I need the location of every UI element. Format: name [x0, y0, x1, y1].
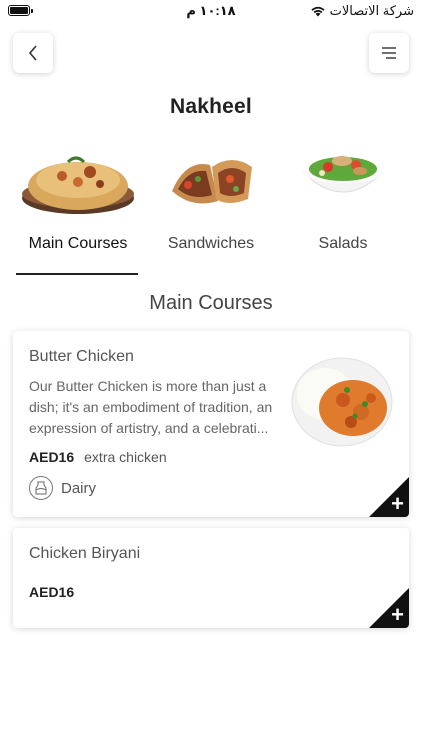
plus-icon: + — [391, 602, 404, 627]
salads-image — [277, 136, 409, 220]
menu-item-card[interactable]: Butter Chicken Our Butter Chicken is mor… — [13, 331, 409, 517]
price-row: AED16 — [29, 584, 74, 600]
carrier-name: شركة الاتصالات — [329, 3, 414, 18]
category-tabs: Main Courses Sandwiches Salads — [0, 132, 422, 277]
item-description: Our Butter Chicken is more than just a d… — [29, 378, 273, 436]
add-to-cart-button[interactable]: + — [369, 588, 409, 628]
menu-button[interactable] — [369, 33, 409, 73]
plus-icon: + — [391, 491, 404, 516]
status-bar: ١٠:١٨ م شركة الاتصالات — [0, 0, 422, 24]
item-price: AED16 — [29, 449, 75, 465]
item-addon: extra chicken — [84, 449, 167, 465]
add-to-cart-button[interactable]: + — [369, 477, 409, 517]
item-name: Butter Chicken — [29, 348, 134, 365]
carrier-info: شركة الاتصالات — [310, 3, 414, 19]
category-label: Main Courses — [28, 235, 128, 252]
category-tab-sandwiches[interactable]: Sandwiches — [145, 132, 277, 277]
sandwiches-image — [145, 136, 277, 220]
main-courses-image — [12, 136, 144, 220]
item-price: AED16 — [29, 584, 75, 600]
dairy-icon — [29, 476, 53, 500]
item-name: Chicken Biryani — [29, 545, 141, 562]
butter-chicken-image — [291, 357, 393, 447]
wifi-icon — [311, 6, 325, 17]
category-tab-salads[interactable]: Salads — [277, 132, 409, 277]
category-label: Sandwiches — [167, 235, 255, 252]
section-title: Main Courses — [149, 292, 273, 314]
back-button[interactable] — [13, 33, 53, 73]
hamburger-menu-icon — [382, 47, 396, 59]
tag-label: Dairy — [61, 479, 97, 497]
category-tab-main-courses[interactable]: Main Courses — [12, 132, 144, 277]
dietary-tag: Dairy — [29, 476, 96, 500]
chevron-left-icon — [28, 45, 37, 61]
price-row: AED16 extra chicken — [29, 449, 167, 465]
category-label: Salads — [318, 235, 368, 252]
restaurant-name: Nakheel — [170, 95, 252, 118]
menu-item-card[interactable]: Chicken Biryani AED16 + — [13, 528, 409, 628]
active-tab-indicator — [16, 273, 138, 275]
